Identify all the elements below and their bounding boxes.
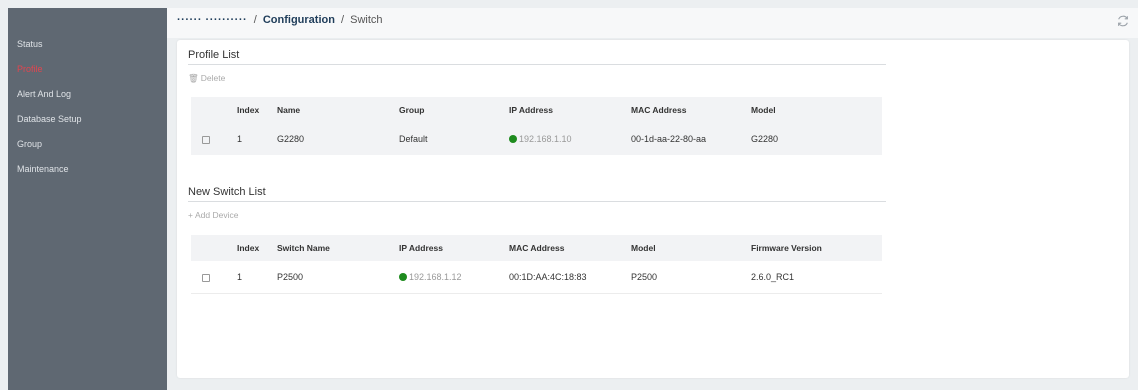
breadcrumb-current-page: Switch	[350, 14, 383, 26]
column-header-mac-address[interactable]: MAC Address	[508, 235, 630, 261]
add-device-button[interactable]: + Add Device	[188, 210, 238, 220]
plus-icon: +	[188, 210, 193, 220]
column-header-group[interactable]: Group	[398, 97, 508, 123]
column-header-model[interactable]: Model	[630, 235, 750, 261]
cell-switch-name: P2500	[276, 261, 398, 294]
column-header-switch-name[interactable]: Switch Name	[276, 235, 398, 261]
table-header-row: Index Switch Name IP Address MAC Address…	[191, 235, 882, 261]
divider	[188, 64, 886, 65]
cell-index: 1	[236, 123, 276, 155]
breadcrumb-configuration[interactable]: Configuration	[263, 14, 335, 26]
profile-list-title: Profile List	[188, 49, 240, 61]
cell-index: 1	[236, 261, 276, 294]
header-checkbox-cell	[191, 235, 236, 261]
sidebar: Status Profile Alert And Log Database Se…	[8, 8, 167, 390]
column-header-ip-address[interactable]: IP Address	[508, 97, 630, 123]
trash-icon: 🗑	[188, 73, 199, 83]
breadcrumb: ······ ·········· / Configuration / Swit…	[177, 14, 383, 26]
cell-model: P2500	[630, 261, 750, 294]
breadcrumb-separator: /	[253, 14, 257, 26]
column-header-ip-address[interactable]: IP Address	[398, 235, 508, 261]
delete-label: Delete	[200, 73, 226, 83]
cell-group: Default	[398, 123, 508, 155]
column-header-mac-address[interactable]: MAC Address	[630, 97, 750, 123]
ip-address-text: 192.168.1.12	[409, 272, 462, 282]
profile-table: Index Name Group IP Address MAC Address …	[191, 97, 882, 155]
sidebar-item-alert-and-log[interactable]: Alert And Log	[8, 82, 167, 107]
delete-button[interactable]: 🗑 Delete	[188, 73, 225, 84]
row-checkbox[interactable]	[202, 135, 210, 144]
column-header-firmware-version[interactable]: Firmware Version	[750, 235, 882, 261]
new-switch-table: Index Switch Name IP Address MAC Address…	[191, 235, 882, 294]
cell-ip-address: 192.168.1.10	[508, 123, 630, 155]
add-device-label: Add Device	[194, 210, 239, 220]
row-checkbox[interactable]	[202, 273, 210, 282]
cell-mac-address: 00:1D:AA:4C:18:83	[508, 261, 630, 294]
breadcrumb-separator: /	[341, 14, 345, 26]
column-header-index[interactable]: Index	[236, 235, 276, 261]
table-header-row: Index Name Group IP Address MAC Address …	[191, 97, 882, 123]
online-dot-icon	[399, 273, 407, 281]
cell-mac-address: 00-1d-aa-22-80-aa	[630, 123, 750, 155]
sidebar-item-profile[interactable]: Profile	[8, 57, 167, 82]
column-header-index[interactable]: Index	[236, 97, 276, 123]
new-switch-list-title: New Switch List	[188, 186, 266, 198]
top-header: ······ ·········· / Configuration / Swit…	[167, 8, 1138, 38]
sidebar-item-status[interactable]: Status	[8, 32, 167, 57]
sidebar-item-maintenance[interactable]: Maintenance	[8, 157, 167, 182]
refresh-icon[interactable]	[1116, 14, 1130, 28]
breadcrumb-device[interactable]: ······ ··········	[177, 14, 251, 26]
main-panel: Profile List 🗑 Delete Index Name Group IP…	[177, 40, 1129, 378]
online-dot-icon	[509, 135, 517, 143]
sidebar-item-group[interactable]: Group	[8, 132, 167, 157]
table-row[interactable]: 1 G2280 Default 192.168.1.10 00-1d-aa-22…	[191, 123, 882, 155]
column-header-name[interactable]: Name	[276, 97, 398, 123]
header-checkbox-cell	[191, 97, 236, 123]
cell-name: G2280	[276, 123, 398, 155]
cell-firmware-version: 2.6.0_RC1	[750, 261, 882, 294]
cell-model: G2280	[750, 123, 882, 155]
ip-address-text: 192.168.1.10	[519, 134, 572, 144]
cell-ip-address: 192.168.1.12	[398, 261, 508, 294]
column-header-model[interactable]: Model	[750, 97, 882, 123]
sidebar-item-database-setup[interactable]: Database Setup	[8, 107, 167, 132]
table-row[interactable]: 1 P2500 192.168.1.12 00:1D:AA:4C:18:83 P…	[191, 261, 882, 294]
divider	[188, 201, 886, 202]
